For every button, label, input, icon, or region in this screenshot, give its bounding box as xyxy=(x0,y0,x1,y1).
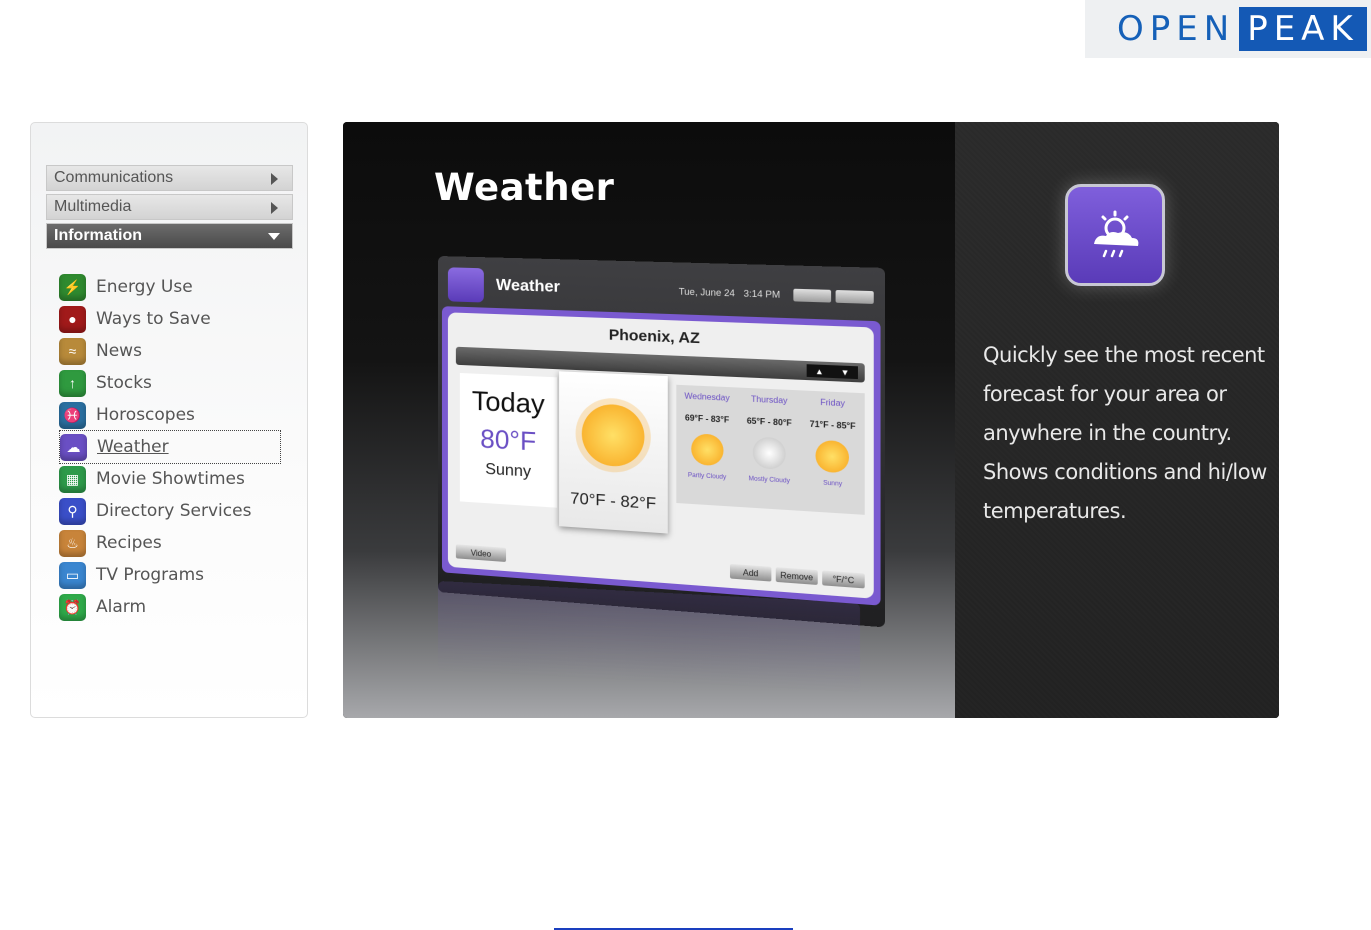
device-home-button xyxy=(835,289,874,304)
weather-card: Phoenix, AZ ▲ ▼ Today 80°F Sunny 70°F - 8… xyxy=(447,312,874,599)
sidebar-item-label: Directory Services xyxy=(96,501,252,521)
sidebar: Communications Multimedia Information ⚡ … xyxy=(30,122,308,718)
category-label: Information xyxy=(54,227,142,244)
weather-glyph xyxy=(1094,210,1139,258)
weather-icon: ☁ xyxy=(60,433,87,461)
feature-title: Weather xyxy=(434,166,615,209)
sidebar-item-label: Alarm xyxy=(96,597,147,617)
day-condition: Sunny xyxy=(823,480,843,488)
rss-icon: ≈ xyxy=(59,337,86,365)
chevron-right-icon xyxy=(271,173,278,185)
sidebar-item-movie-showtimes[interactable]: ▦ Movie Showtimes xyxy=(59,465,289,493)
logo-peak-text: PEAK xyxy=(1239,7,1367,51)
day-range: 71°F - 85°F xyxy=(809,419,856,432)
sun-icon xyxy=(581,402,645,468)
logo-open-text: OPEN xyxy=(1117,9,1236,49)
day-range: 69°F - 83°F xyxy=(684,413,730,425)
sidebar-item-news[interactable]: ≈ News xyxy=(59,337,289,365)
today-label: Today xyxy=(471,385,545,420)
device-time: 3:14 PM xyxy=(743,288,781,300)
sidebar-item-weather[interactable]: ☁ Weather xyxy=(59,430,281,464)
today-range: 70°F - 82°F xyxy=(570,490,657,514)
arrow-down-icon: ▼ xyxy=(840,367,850,378)
sidebar-item-directory-services[interactable]: ⚲ Directory Services xyxy=(59,497,289,525)
today-icon-card: 70°F - 82°F xyxy=(559,371,668,534)
sidebar-item-label: Stocks xyxy=(96,373,152,393)
feature-panel: Weather Weather Tue, June 24 3:14 PM Pho… xyxy=(343,122,1279,718)
chevron-down-icon xyxy=(268,233,280,240)
sidebar-item-label: Recipes xyxy=(96,533,162,553)
device-screenshot: Weather Tue, June 24 3:14 PM Phoenix, AZ… xyxy=(438,256,886,628)
forecast-day: Thursday 65°F - 80°F Mostly Cloudy xyxy=(738,388,801,511)
day-range: 65°F - 80°F xyxy=(746,416,792,428)
today-condition: Sunny xyxy=(485,460,532,481)
video-button: Video xyxy=(455,544,507,563)
directory-icon: ⚲ xyxy=(59,497,86,525)
add-button: Add xyxy=(729,563,772,582)
sidebar-item-label: Weather xyxy=(97,437,169,457)
chevron-right-icon xyxy=(271,202,278,214)
day-name: Wednesday xyxy=(684,391,730,403)
stocks-icon: ↑ xyxy=(59,369,86,397)
tv-icon: ▭ xyxy=(59,561,86,589)
ways-to-save-icon: ● xyxy=(59,305,86,333)
feature-preview-area: Weather Weather Tue, June 24 3:14 PM Pho… xyxy=(343,122,955,718)
sidebar-item-label: Energy Use xyxy=(96,277,193,297)
alarm-icon: ⏰ xyxy=(59,593,86,621)
device-phone-button xyxy=(793,288,832,303)
day-condition: Mostly Cloudy xyxy=(748,476,790,485)
openpeak-logo: OPEN PEAK xyxy=(1085,0,1371,58)
cloudy-icon xyxy=(752,436,786,470)
category-information[interactable]: Information xyxy=(46,223,293,249)
arrow-up-icon: ▲ xyxy=(814,366,824,377)
day-name: Thursday xyxy=(750,394,788,406)
sidebar-item-tv-programs[interactable]: ▭ TV Programs xyxy=(59,561,289,589)
device-date: Tue, June 24 xyxy=(678,286,735,299)
sidebar-item-energy-use[interactable]: ⚡ Energy Use xyxy=(59,273,289,301)
pisces-icon: ♓ xyxy=(59,401,86,429)
recipes-icon: ♨ xyxy=(59,529,86,557)
sidebar-item-label: Movie Showtimes xyxy=(96,469,245,489)
page: OPEN PEAK Communications Multimedia Info… xyxy=(0,0,1371,930)
energy-icon: ⚡ xyxy=(59,273,86,301)
sidebar-item-label: News xyxy=(96,341,142,361)
sidebar-item-recipes[interactable]: ♨ Recipes xyxy=(59,529,289,557)
film-icon: ▦ xyxy=(59,465,86,493)
up-down-arrows: ▲ ▼ xyxy=(806,364,858,380)
units-toggle-button: °F/°C xyxy=(822,570,865,589)
sidebar-item-label: Horoscopes xyxy=(96,405,195,425)
today-panel: Today 80°F Sunny xyxy=(459,372,558,508)
weather-app-icon xyxy=(447,267,484,303)
sidebar-item-alarm[interactable]: ⏰ Alarm xyxy=(59,593,289,621)
sidebar-item-stocks[interactable]: ↑ Stocks xyxy=(59,369,289,397)
forecast-day: Friday 71°F - 85°F Sunny xyxy=(801,390,865,514)
forecast-days: Wednesday 69°F - 83°F Partly Cloudy Thur… xyxy=(676,384,865,515)
category-multimedia[interactable]: Multimedia xyxy=(46,194,293,220)
remove-button: Remove xyxy=(775,567,818,585)
day-condition: Partly Cloudy xyxy=(687,472,727,482)
category-label: Communications xyxy=(54,169,174,186)
sidebar-item-label: Ways to Save xyxy=(96,309,211,329)
partly-cloudy-icon xyxy=(690,433,724,467)
today-temp: 80°F xyxy=(480,423,537,457)
category-label: Multimedia xyxy=(54,198,132,215)
weather-icon xyxy=(1065,184,1165,286)
sidebar-item-ways-to-save[interactable]: ● Ways to Save xyxy=(59,305,289,333)
sun-icon xyxy=(815,439,850,474)
day-name: Friday xyxy=(820,397,845,409)
sidebar-item-label: TV Programs xyxy=(96,565,205,585)
device-screen: Phoenix, AZ ▲ ▼ Today 80°F Sunny 70°F - 8… xyxy=(441,306,881,606)
category-communications[interactable]: Communications xyxy=(46,165,293,191)
feature-info-area: Quickly see the most recent forecast for… xyxy=(955,122,1279,718)
forecast-day: Wednesday 69°F - 83°F Partly Cloudy xyxy=(676,385,738,507)
sidebar-item-horoscopes[interactable]: ♓ Horoscopes xyxy=(59,401,289,429)
feature-description: Quickly see the most recent forecast for… xyxy=(983,343,1267,523)
device-app-title: Weather xyxy=(495,276,560,296)
